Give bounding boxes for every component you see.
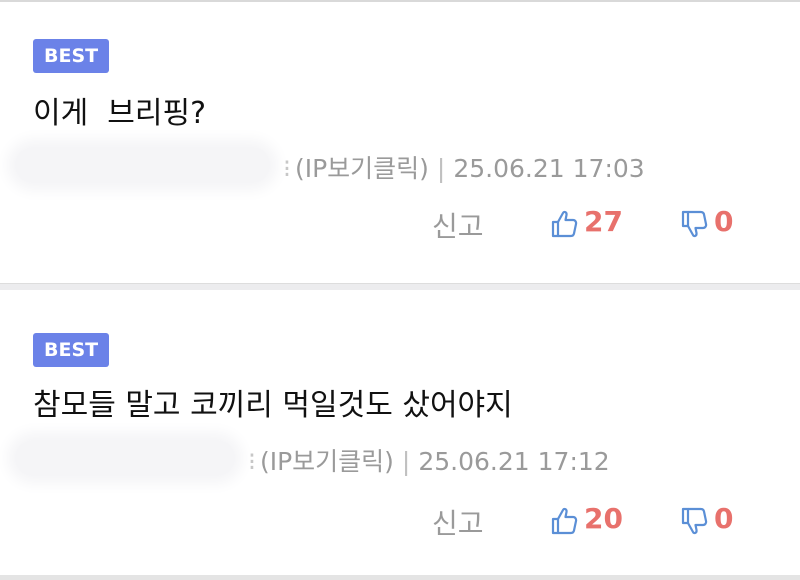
comment-text: 참모들 말고 코끼리 먹일것도 샀어야지 <box>33 388 513 423</box>
comment-text: 이게 브리핑? <box>33 96 206 131</box>
best-badge: BEST <box>33 39 110 73</box>
like-count: 27 <box>584 205 623 238</box>
thumbs-down-icon <box>681 210 708 238</box>
comment-separator <box>0 283 800 290</box>
dislike-count: 0 <box>714 205 734 238</box>
author-name-redacted <box>15 440 235 476</box>
comment-timestamp: 25.06.21 17:12 <box>418 447 610 476</box>
ip-view-link[interactable]: (IP보기클릭) <box>260 447 394 476</box>
comment-timestamp: 25.06.21 17:03 <box>453 154 645 183</box>
thumbs-up-icon <box>551 210 578 238</box>
report-button[interactable]: 신고 <box>432 205 484 245</box>
meta-separator-mark: ⁝ <box>248 447 256 476</box>
report-button[interactable]: 신고 <box>432 502 484 542</box>
meta-line: ⁝ (IP보기클릭) | 25.06.21 17:12 <box>248 442 610 478</box>
ip-view-link[interactable]: (IP보기클릭) <box>295 154 429 183</box>
comment-actions: 신고 27 0 <box>0 205 800 245</box>
meta-separator: | <box>436 154 446 183</box>
comment-item: BEST 참모들 말고 코끼리 먹일것도 샀어야지 ⁝ (IP보기클릭) | 25.0… <box>0 290 800 575</box>
bottom-divider <box>0 575 800 580</box>
like-count: 20 <box>584 502 623 535</box>
comment-actions: 신고 20 0 <box>0 502 800 542</box>
meta-separator-mark: ⁝ <box>283 154 291 183</box>
dislike-count: 0 <box>714 502 734 535</box>
thumbs-down-icon <box>681 507 708 535</box>
comment-item: BEST 이게 브리핑? ⁝ (IP보기클릭) | 25.06.21 17:03 신고… <box>0 2 800 283</box>
author-name-redacted <box>15 147 270 183</box>
best-badge: BEST <box>33 333 110 367</box>
meta-separator: | <box>401 447 411 476</box>
meta-line: ⁝ (IP보기클릭) | 25.06.21 17:03 <box>283 149 645 185</box>
thumbs-up-icon <box>551 507 578 535</box>
